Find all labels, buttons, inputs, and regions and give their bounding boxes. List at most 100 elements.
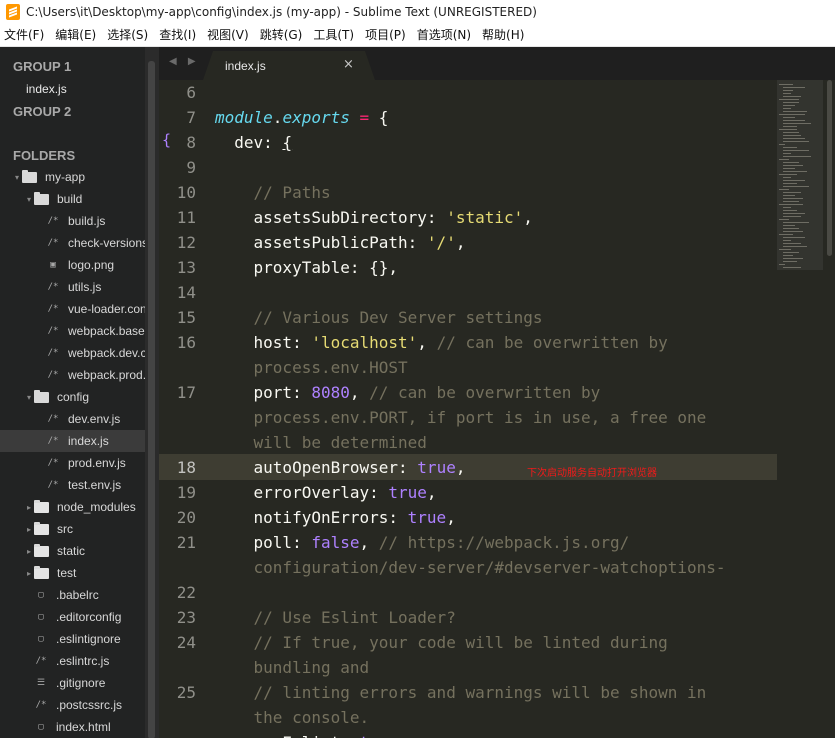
minimap-line xyxy=(783,102,799,103)
caret-down-icon[interactable]: ▾ xyxy=(24,195,34,204)
js-file-icon: /* xyxy=(47,348,59,358)
tab-index-js[interactable]: index.js × xyxy=(203,51,375,80)
minimap-line xyxy=(783,192,801,193)
tree-file[interactable]: /* vue-loader.conf.js xyxy=(0,298,145,320)
minimap-line xyxy=(783,171,807,172)
tree-folder[interactable]: ▸ node_modules xyxy=(0,496,145,518)
menu-goto[interactable]: 跳转(G) xyxy=(256,26,310,43)
tree-file[interactable]: /* webpack.prod.conf.js xyxy=(0,364,145,386)
editor-scrollbar-thumb[interactable] xyxy=(827,80,832,256)
menu-find[interactable]: 查找(I) xyxy=(155,26,203,43)
caret-down-icon[interactable]: ▾ xyxy=(12,173,22,182)
tree-file[interactable]: /* webpack.base.conf.js xyxy=(0,320,145,342)
code-line[interactable]: process.env.HOST xyxy=(215,355,408,380)
minimap-line xyxy=(783,126,797,127)
caret-down-icon[interactable]: ▾ xyxy=(24,393,34,402)
line-number: 18 xyxy=(176,458,196,477)
tree-folder[interactable]: ▾ config xyxy=(0,386,145,408)
tree-file[interactable]: /* build.js xyxy=(0,210,145,232)
editor-scrollbar[interactable] xyxy=(823,80,835,738)
tree-file[interactable]: /* test.env.js xyxy=(0,474,145,496)
menu-help[interactable]: 帮助(H) xyxy=(478,26,531,43)
code-line[interactable]: port: 8080, // can be overwritten by xyxy=(215,380,601,405)
open-file-index-js[interactable]: index.js xyxy=(26,82,67,96)
minimap-line xyxy=(779,129,797,130)
code-line[interactable]: assetsSubDirectory: 'static', xyxy=(215,205,533,230)
tab-nav-arrows[interactable]: ◀ ▶ xyxy=(169,56,200,67)
sidebar-scrollbar-thumb[interactable] xyxy=(148,61,155,738)
tree-file[interactable]: ▢ .eslintignore xyxy=(0,628,145,650)
tree-file[interactable]: /* dev.env.js xyxy=(0,408,145,430)
tree-file[interactable]: /* index.js xyxy=(0,430,145,452)
menu-file[interactable]: 文件(F) xyxy=(0,26,51,43)
tree-file[interactable]: ▢ .editorconfig xyxy=(0,606,145,628)
code-line[interactable]: // Various Dev Server settings xyxy=(215,305,543,330)
code-line[interactable]: will be determined xyxy=(215,430,427,455)
code-line[interactable]: host: 'localhost', // can be overwritten… xyxy=(215,330,668,355)
tree-file[interactable]: ▢ .babelrc xyxy=(0,584,145,606)
js-file-icon: /* xyxy=(47,480,59,490)
minimap-line xyxy=(783,261,797,262)
menu-tools[interactable]: 工具(T) xyxy=(309,26,361,43)
tree-file[interactable]: /* utils.js xyxy=(0,276,145,298)
code-line[interactable]: process.env.PORT, if port is in use, a f… xyxy=(215,405,707,430)
js-file-icon: /* xyxy=(47,370,59,380)
line-number-gutter: 6 7 8 9 10 11 12 13 14 15 16 17 18 19 20 21 22 23 24 25{ xyxy=(159,80,209,738)
code-line[interactable]: errorOverlay: true, xyxy=(215,480,437,505)
menu-preferences[interactable]: 首选项(N) xyxy=(413,26,478,43)
tree-file[interactable]: /* .eslintrc.js xyxy=(0,650,145,672)
tree-folder[interactable]: ▸ test xyxy=(0,562,145,584)
fold-marker-icon[interactable]: { xyxy=(162,131,171,149)
minimap-line xyxy=(783,135,801,136)
minimap-line xyxy=(783,162,799,163)
minimap-line xyxy=(783,87,805,88)
close-icon[interactable]: × xyxy=(343,57,354,72)
sidebar-scrollbar[interactable] xyxy=(145,47,159,738)
code-line[interactable]: // linting errors and warnings will be s… xyxy=(215,680,707,705)
tree-file[interactable]: /* webpack.dev.conf.js xyxy=(0,342,145,364)
code-line[interactable]: // Use Eslint Loader? xyxy=(215,605,456,630)
code-line[interactable]: // Paths xyxy=(215,180,331,205)
tree-file[interactable]: ▢ index.html xyxy=(0,716,145,738)
code-line[interactable]: useEslint: true, xyxy=(215,730,408,738)
tree-file[interactable]: /* .postcssrc.js xyxy=(0,694,145,716)
code-line[interactable]: assetsPublicPath: '/', xyxy=(215,230,466,255)
tree-file[interactable]: ▣ logo.png xyxy=(0,254,145,276)
code-editor[interactable]: 6 7 8 9 10 11 12 13 14 15 16 17 18 19 20 21 22 23 24 25{ mo… xyxy=(159,80,777,738)
menu-edit[interactable]: 编辑(E) xyxy=(51,26,103,43)
code-line[interactable]: proxyTable: {}, xyxy=(215,255,399,280)
minimap-line xyxy=(779,219,789,220)
code-line[interactable]: bundling and xyxy=(215,655,370,680)
code-line[interactable]: autoOpenBrowser: true, xyxy=(215,455,466,480)
tree-item-label: build xyxy=(57,192,83,206)
code-line[interactable]: dev: { xyxy=(215,130,292,155)
code-line[interactable]: // If true, your code will be linted dur… xyxy=(215,630,668,655)
code-line[interactable]: the console. xyxy=(215,705,370,730)
minimap[interactable] xyxy=(777,80,823,738)
caret-right-icon[interactable]: ▸ xyxy=(24,525,34,534)
caret-right-icon[interactable]: ▸ xyxy=(24,503,34,512)
caret-right-icon[interactable]: ▸ xyxy=(24,569,34,578)
tree-file[interactable]: /* prod.env.js xyxy=(0,452,145,474)
code-line[interactable]: configuration/dev-server/#devserver-watc… xyxy=(215,555,726,580)
sidebar: GROUP 1 index.js GROUP 2 FOLDERS ▾ my-app… xyxy=(0,47,159,738)
tree-folder[interactable]: ▸ static xyxy=(0,540,145,562)
tree-file[interactable]: ☰ .gitignore xyxy=(0,672,145,694)
code-line[interactable]: module.exports = { xyxy=(215,105,388,130)
caret-right-icon[interactable]: ▸ xyxy=(24,547,34,556)
tree-item-label: .editorconfig xyxy=(56,610,122,624)
tree-folder[interactable]: ▾ my-app xyxy=(0,166,145,188)
menu-project[interactable]: 项目(P) xyxy=(361,26,413,43)
code-area[interactable]: module.exports = { dev: { // Paths asset… xyxy=(215,80,775,738)
tree-item-label: index.html xyxy=(56,720,111,734)
tree-folder[interactable]: ▸ src xyxy=(0,518,145,540)
minimap-line xyxy=(783,93,791,94)
menu-bar: 文件(F) 编辑(E) 选择(S) 查找(I) 视图(V) 跳转(G) 工具(T… xyxy=(0,23,835,47)
menu-selection[interactable]: 选择(S) xyxy=(103,26,155,43)
tree-folder[interactable]: ▾ build xyxy=(0,188,145,210)
menu-view[interactable]: 视图(V) xyxy=(203,26,256,43)
code-line[interactable]: poll: false, // https://webpack.js.org/ xyxy=(215,530,630,555)
title-bar: C:\Users\it\Desktop\my-app\config\index.… xyxy=(0,0,835,23)
tree-file[interactable]: /* check-versions.js xyxy=(0,232,145,254)
code-line[interactable]: notifyOnErrors: true, xyxy=(215,505,456,530)
